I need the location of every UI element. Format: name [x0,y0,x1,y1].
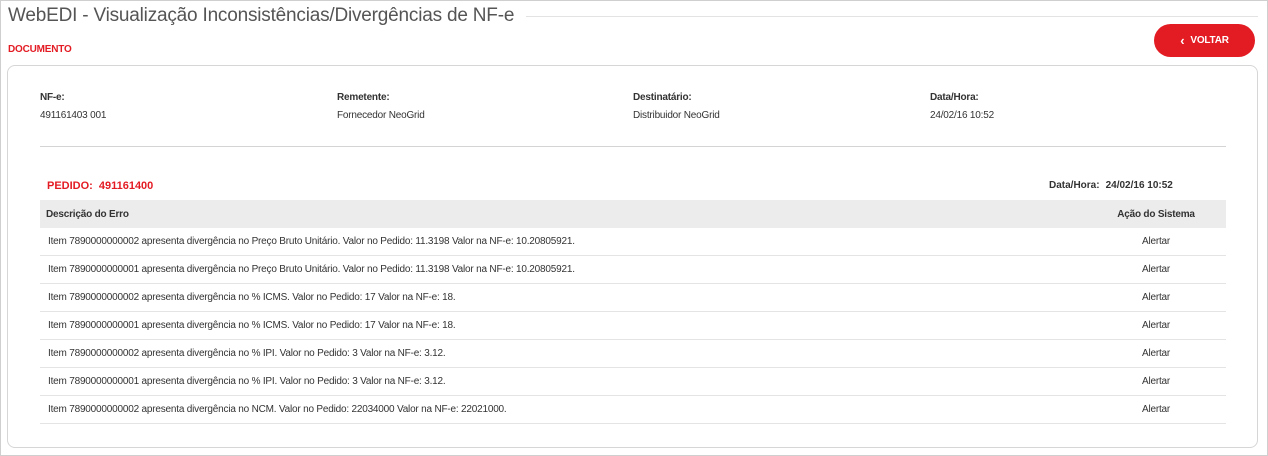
back-button-label: VOLTAR [1190,35,1229,46]
table-row: Item 7890000000002 apresenta divergência… [40,395,1226,424]
sender-label: Remetente: [337,92,390,103]
system-action: Alertar [1086,311,1226,340]
column-header-description: Descrição do Erro [40,200,1086,228]
datetime-label: Data/Hora: [930,92,979,103]
system-action: Alertar [1086,367,1226,396]
system-action: Alertar [1086,255,1226,284]
order-label: PEDIDO: [47,180,93,192]
section-label-documento: DOCUMENTO [8,44,72,55]
table-row: Item 7890000000002 apresenta divergência… [40,339,1226,368]
error-description: Item 7890000000001 apresenta divergência… [40,255,1086,284]
order-date-label: Data/Hora: [1049,180,1100,191]
datetime-value: 24/02/16 10:52 [930,110,994,121]
datetime-field: Data/Hora: 24/02/16 10:52 [930,92,994,121]
system-action: Alertar [1086,228,1226,256]
sender-value: Fornecedor NeoGrid [337,110,425,121]
order-datetime: Data/Hora: 24/02/16 10:52 [1049,180,1173,191]
error-description: Item 7890000000002 apresenta divergência… [40,283,1086,312]
order-date-value: 24/02/16 10:52 [1105,180,1173,191]
nfe-field: NF-e: 491161403 001 [40,92,106,121]
order-heading: PEDIDO: 491161400 [47,180,153,192]
system-action: Alertar [1086,283,1226,312]
column-header-action: Ação do Sistema [1086,200,1226,228]
system-action: Alertar [1086,339,1226,368]
errors-table: Descrição do Erro Ação do Sistema Item 7… [40,200,1226,424]
error-description: Item 7890000000001 apresenta divergência… [40,367,1086,396]
sender-field: Remetente: Fornecedor NeoGrid [337,92,425,121]
chevron-left-icon: ‹ [1180,33,1185,48]
table-header-row: Descrição do Erro Ação do Sistema [40,200,1226,228]
back-button[interactable]: ‹ VOLTAR [1154,24,1255,57]
error-description: Item 7890000000001 apresenta divergência… [40,311,1086,340]
table-row: Item 7890000000001 apresenta divergência… [40,311,1226,340]
system-action: Alertar [1086,395,1226,424]
error-description: Item 7890000000002 apresenta divergência… [40,395,1086,424]
error-description: Item 7890000000002 apresenta divergência… [40,339,1086,368]
recipient-label: Destinatário: [633,92,692,103]
error-description: Item 7890000000002 apresenta divergência… [40,228,1086,256]
table-row: Item 7890000000001 apresenta divergência… [40,367,1226,396]
recipient-field: Destinatário: Distribuidor NeoGrid [633,92,720,121]
order-number: 491161400 [98,180,154,192]
recipient-value: Distribuidor NeoGrid [633,110,720,121]
table-row: Item 7890000000002 apresenta divergência… [40,228,1226,256]
page-title: WebEDI - Visualização Inconsistências/Di… [8,5,527,27]
section-divider [40,146,1226,147]
nfe-label: NF-e: [40,92,65,103]
table-row: Item 7890000000002 apresenta divergência… [40,283,1226,312]
table-row: Item 7890000000001 apresenta divergência… [40,255,1226,284]
nfe-value: 491161403 001 [40,110,107,121]
